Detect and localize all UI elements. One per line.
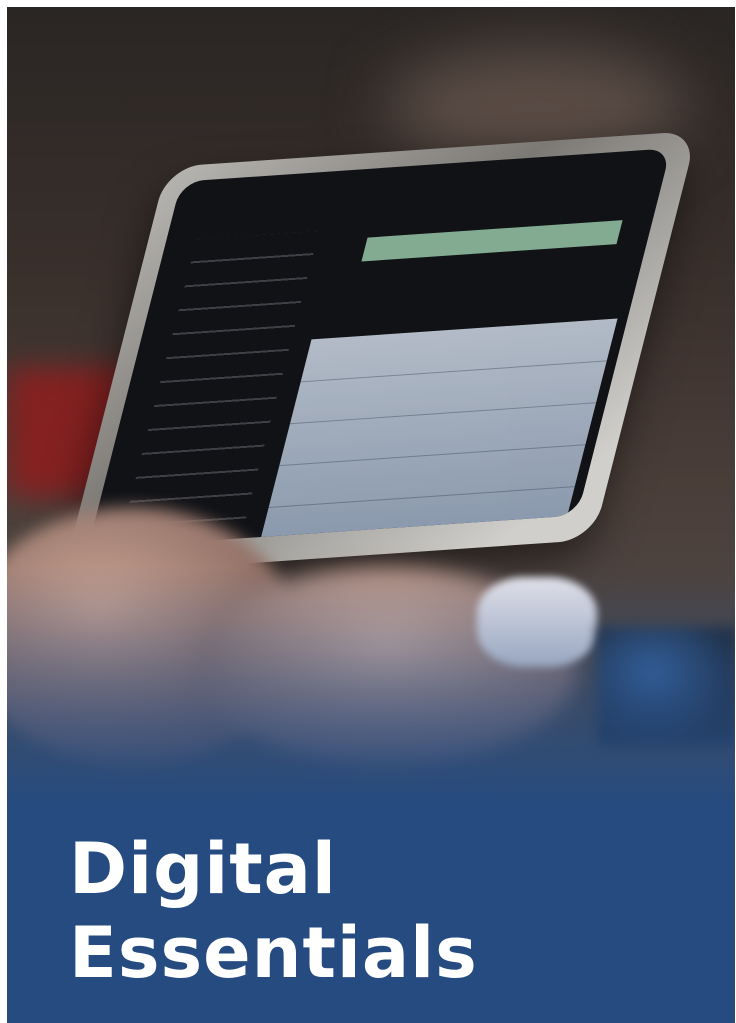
tablet-screen (87, 148, 672, 549)
title-line-2: Essentials (69, 912, 478, 994)
hero-photo (7, 7, 735, 807)
page-title: Digital Essentials (69, 827, 478, 995)
cover-card: Digital Essentials (7, 7, 735, 1023)
title-line-1: Digital (69, 828, 337, 910)
screen-list (258, 318, 618, 549)
screen-list-row (300, 360, 607, 383)
photo-fade-overlay (7, 567, 735, 807)
screen-header-bar (361, 220, 623, 262)
screen-list-row (279, 444, 586, 467)
screen-list-row (289, 402, 597, 425)
screen-list-row (268, 486, 575, 509)
